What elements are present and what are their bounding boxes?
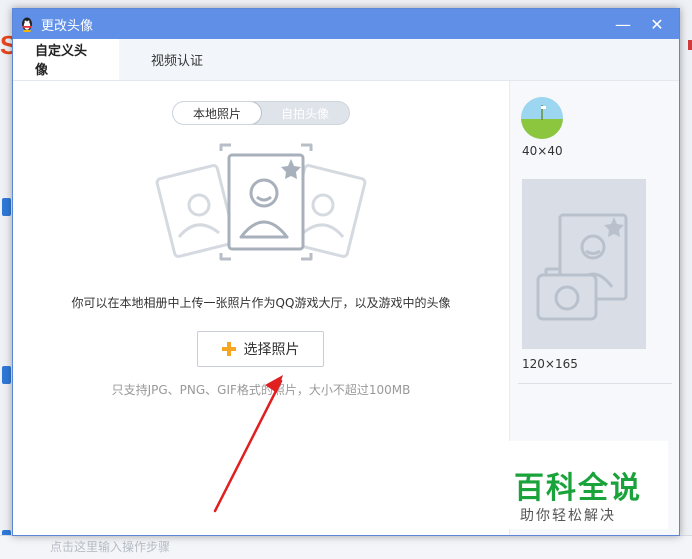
background-bottom-bar: 点击这里输入操作步骤 — [0, 535, 692, 559]
qq-penguin-icon — [19, 16, 35, 32]
toggle-selfie-avatar[interactable]: 自拍头像 — [261, 102, 349, 124]
source-toggle: 本地照片 自拍头像 — [172, 101, 350, 125]
choose-photo-button[interactable]: 选择照片 — [197, 331, 324, 367]
close-button[interactable]: ✕ — [641, 9, 673, 39]
minimize-button[interactable]: — — [607, 9, 639, 39]
watermark-title: 百科全说 — [514, 471, 642, 506]
tab-bar: 自定义头像 视频认证 — [13, 38, 679, 81]
watermark: 百科全说 助你轻松解决 — [504, 441, 668, 529]
background-chip — [2, 198, 11, 216]
tab-video-verify[interactable]: 视频认证 — [119, 38, 235, 80]
small-size-label: 40×40 — [522, 144, 563, 158]
large-size-label: 120×165 — [522, 357, 578, 371]
title-bar[interactable]: 更改头像 — ✕ — [13, 9, 679, 39]
preview-divider — [518, 383, 672, 384]
background-mark — [688, 40, 692, 50]
upload-pane: 本地照片 自拍头像 你可以在本地相册中上传一张照片作为QQ游戏大厅，以及游戏中的… — [13, 81, 509, 535]
background-logo: S — [0, 30, 12, 60]
red-arrow-annotation — [213, 375, 283, 513]
small-avatar-preview — [521, 97, 563, 139]
toggle-local-photo[interactable]: 本地照片 — [173, 102, 262, 124]
background-bottom-hint: 点击这里输入操作步骤 — [50, 540, 171, 554]
background-chip — [2, 366, 11, 384]
photo-portrait-icon — [155, 143, 367, 261]
dialog-title: 更改头像 — [41, 18, 94, 34]
large-avatar-preview — [522, 179, 646, 349]
upload-description: 你可以在本地相册中上传一张照片作为QQ游戏大厅，以及游戏中的头像 — [71, 296, 451, 310]
watermark-subtitle: 助你轻松解决 — [520, 508, 616, 524]
choose-photo-label: 选择照片 — [243, 342, 300, 358]
camera-portrait-icon — [536, 213, 628, 321]
plus-icon — [221, 342, 236, 356]
tab-custom-avatar[interactable]: 自定义头像 — [13, 38, 119, 80]
